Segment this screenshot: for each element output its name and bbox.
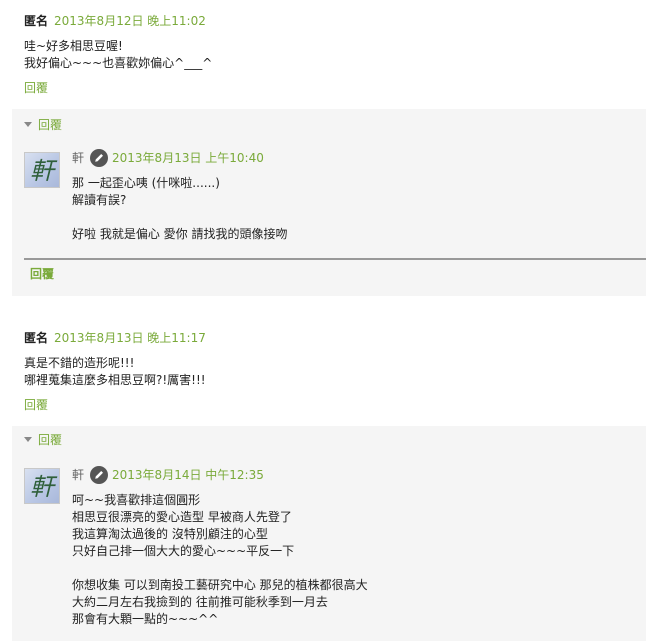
- reply-line: 呵~~我喜歡排這個圓形: [72, 493, 201, 507]
- caret-down-icon: [24, 122, 32, 127]
- reply-line: 那會有大顆一點的~~~^^: [72, 612, 219, 626]
- reply-line: 相思豆很漂亮的愛心造型 早被商人先登了: [72, 510, 292, 524]
- reply-timestamp[interactable]: 2013年8月13日 上午10:40: [112, 151, 264, 165]
- reply-button[interactable]: 回覆: [24, 80, 48, 96]
- reply-header: 軒 2013年8月14日 中午12:35: [72, 465, 264, 484]
- reply-line: 我這算淘汰過後的 沒特別顧注的心型: [72, 527, 268, 541]
- reply-button[interactable]: 回覆: [24, 397, 48, 413]
- comment-line: 哇~好多相思豆喔!: [24, 39, 123, 53]
- reply-author[interactable]: 軒: [72, 468, 84, 482]
- replies-toggle-label: 回覆: [38, 433, 63, 447]
- pencil-icon: [90, 465, 109, 484]
- avatar-image: 軒: [30, 473, 58, 501]
- reply-body: 那 一起歪心咦 (什咪啦......) 解讀有誤? 好啦 我就是偏心 愛你 請找…: [72, 175, 287, 243]
- comment-body: 哇~好多相思豆喔! 我好偏心~~~也喜歡妳偏心^___^: [24, 38, 212, 72]
- reply-line: 只好自己排一個大大的愛心~~~平反一下: [72, 544, 295, 558]
- avatar-glyph: 軒: [30, 157, 58, 185]
- reply-line: [72, 209, 287, 226]
- comment-line: 哪裡蒐集這麼多相思豆啊?!厲害!!!: [24, 373, 206, 387]
- avatar[interactable]: 軒: [24, 468, 60, 504]
- avatar[interactable]: 軒: [24, 152, 60, 188]
- avatar-glyph: 軒: [30, 473, 58, 501]
- comment-author: 匿名: [24, 331, 49, 345]
- reply-timestamp[interactable]: 2013年8月14日 中午12:35: [112, 468, 264, 482]
- comment: 匿名 2013年8月12日 晚上11:02 哇~好多相思豆喔! 我好偏心~~~也喜…: [0, 0, 646, 300]
- comment-header: 匿名 2013年8月12日 晚上11:02: [24, 13, 206, 29]
- replies-toggle-label: 回覆: [38, 118, 63, 132]
- replies-thread: 回覆 軒 軒 2013年8月13日 上午10:40 那 一起歪心咦 (什咪啦...…: [12, 109, 646, 296]
- comment-line: 我好偏心~~~也喜歡妳偏心^___^: [24, 56, 213, 70]
- comment-timestamp[interactable]: 2013年8月13日 晚上11:17: [54, 331, 206, 345]
- comment-line: 真是不錯的造形呢!!!: [24, 356, 135, 370]
- reply-author[interactable]: 軒: [72, 151, 84, 165]
- comment-author: 匿名: [24, 14, 49, 28]
- reply-line: 大約二月左右我撿到的 往前推可能秋季到一月去: [72, 595, 328, 609]
- comment-header: 匿名 2013年8月13日 晚上11:17: [24, 330, 206, 346]
- avatar-image: 軒: [30, 157, 58, 185]
- replies-thread: 回覆 軒 軒 2013年8月14日 中午12:35 呵~~我喜歡排這個圓形 相思豆…: [12, 426, 646, 641]
- reply-line: 你想收集 可以到南投工藝研究中心 那兒的植株都很高大: [72, 578, 368, 592]
- comment-body: 真是不錯的造形呢!!! 哪裡蒐集這麼多相思豆啊?!厲害!!!: [24, 355, 206, 389]
- replies-toggle[interactable]: 回覆: [24, 432, 62, 448]
- reply-line: [72, 560, 368, 577]
- comment: 匿名 2013年8月13日 晚上11:17 真是不錯的造形呢!!! 哪裡蒐集這麼多…: [0, 318, 646, 641]
- reply-line: 解讀有誤?: [72, 193, 127, 207]
- reply-body: 呵~~我喜歡排這個圓形 相思豆很漂亮的愛心造型 早被商人先登了 我這算淘汰過後的…: [72, 492, 368, 628]
- pencil-icon: [90, 148, 109, 167]
- comment-timestamp[interactable]: 2013年8月12日 晚上11:02: [54, 14, 206, 28]
- replies-toggle[interactable]: 回覆: [24, 117, 62, 133]
- reply-line: 好啦 我就是偏心 愛你 請找我的頭像接吻: [72, 227, 288, 241]
- reply-button[interactable]: 回覆: [30, 266, 54, 282]
- reply-line: 那 一起歪心咦 (什咪啦......): [72, 176, 220, 190]
- divider: [24, 258, 646, 260]
- reply-header: 軒 2013年8月13日 上午10:40: [72, 148, 264, 167]
- caret-down-icon: [24, 437, 32, 442]
